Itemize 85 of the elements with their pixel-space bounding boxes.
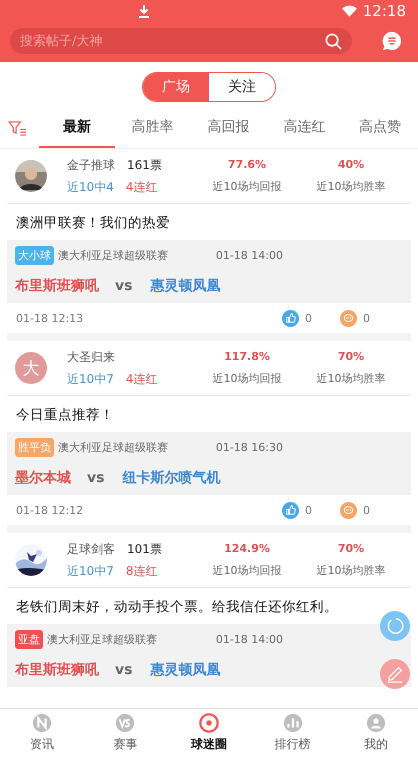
versus-label: vs bbox=[87, 470, 104, 486]
away-team: 惠灵顿凤凰 bbox=[150, 277, 220, 295]
league-name: 澳大利亚足球超级联赛 bbox=[58, 248, 168, 263]
versus-icon bbox=[115, 713, 136, 733]
hit-record: 近10中7 bbox=[67, 370, 114, 388]
win-rate-label: 近10场均胜率 bbox=[316, 563, 386, 578]
wifi-icon bbox=[342, 5, 357, 17]
comment-count: 0 bbox=[363, 504, 370, 516]
thumbs-up-icon[interactable] bbox=[282, 310, 299, 326]
hit-record: 近10中4 bbox=[67, 178, 114, 196]
win-streak: 8连红 bbox=[126, 562, 158, 580]
nav-tab[interactable]: 球迷圈 bbox=[167, 709, 251, 757]
win-rate: 40% bbox=[338, 158, 364, 171]
post-text: 澳洲甲联赛！我们的热爱 bbox=[15, 214, 171, 233]
message-icon[interactable] bbox=[382, 31, 402, 51]
comment-icon[interactable] bbox=[340, 502, 357, 518]
vote-count: 161票 bbox=[127, 156, 162, 174]
nav-tab[interactable]: 赛事 bbox=[84, 709, 168, 757]
match-time: 01-18 16:30 bbox=[216, 441, 283, 454]
win-streak: 4连红 bbox=[126, 370, 158, 388]
author-name: 大圣归来 bbox=[67, 348, 115, 366]
league-name: 澳大利亚足球超级联赛 bbox=[47, 632, 157, 647]
match-card[interactable]: 大小球 澳大利亚足球超级联赛 01-18 14:00 布里斯班狮吼 vs 惠灵顿凤凰 bbox=[7, 240, 411, 303]
nav-tab[interactable]: 资讯 bbox=[0, 709, 84, 757]
segment-tab[interactable]: 广场 bbox=[143, 73, 209, 101]
status-time: 12:18 bbox=[362, 2, 406, 20]
ranking-icon bbox=[282, 713, 303, 733]
comment-count: 0 bbox=[363, 312, 370, 324]
post-text: 今日重点推荐！ bbox=[15, 406, 115, 425]
return-label: 近10场均回报 bbox=[212, 371, 282, 386]
return-rate: 117.8% bbox=[224, 350, 270, 363]
nav-tab[interactable]: 我的 bbox=[334, 709, 418, 757]
return-rate: 124.9% bbox=[224, 542, 270, 555]
versus-label: vs bbox=[115, 278, 132, 294]
download-icon bbox=[138, 4, 150, 18]
return-label: 近10场均回报 bbox=[212, 563, 282, 578]
bet-type-tag: 胜平负 bbox=[15, 438, 54, 457]
post-time: 01-18 12:12 bbox=[16, 504, 84, 516]
match-card[interactable]: 胜平负 澳大利亚足球超级联赛 01-18 16:30 墨尔本城 vs 纽卡斯尔喷气机 bbox=[7, 432, 411, 495]
home-team: 布里斯班狮吼 bbox=[15, 661, 99, 679]
away-team: 惠灵顿凤凰 bbox=[150, 661, 220, 679]
bet-type-tag: 大小球 bbox=[15, 246, 54, 265]
nav-tab[interactable]: 排行榜 bbox=[250, 709, 334, 757]
filter-tab[interactable]: 最新 bbox=[39, 108, 115, 148]
football-icon bbox=[198, 713, 219, 733]
win-rate-label: 近10场均胜率 bbox=[316, 179, 386, 194]
avatar: 大 bbox=[15, 352, 47, 384]
refresh-button[interactable] bbox=[380, 611, 410, 641]
vote-count: 101票 bbox=[127, 540, 162, 558]
filter-icon[interactable] bbox=[8, 120, 27, 136]
search-field[interactable]: 搜索帖子/大神 bbox=[10, 28, 352, 54]
filter-tab[interactable]: 高胜率 bbox=[114, 108, 191, 148]
league-name: 澳大利亚足球超级联赛 bbox=[58, 440, 168, 455]
filter-tab[interactable]: 高点赞 bbox=[342, 108, 418, 148]
like-count: 0 bbox=[305, 504, 312, 516]
thumbs-up-icon[interactable] bbox=[282, 502, 299, 518]
return-label: 近10场均回报 bbox=[212, 179, 282, 194]
post-time: 01-18 12:13 bbox=[16, 312, 84, 324]
match-card[interactable]: 亚盘 澳大利亚足球超级联赛 01-18 14:00 布里斯班狮吼 vs 惠灵顿凤凰 bbox=[7, 624, 411, 687]
news-icon bbox=[32, 713, 52, 733]
like-count: 0 bbox=[305, 312, 312, 324]
filter-tab[interactable]: 高回报 bbox=[190, 108, 266, 148]
win-streak: 4连红 bbox=[126, 178, 158, 196]
win-rate: 70% bbox=[338, 542, 364, 555]
author-name: 金子推球 bbox=[67, 156, 115, 174]
profile-icon bbox=[366, 713, 386, 733]
win-rate-label: 近10场均胜率 bbox=[316, 371, 386, 386]
bet-type-tag: 亚盘 bbox=[15, 630, 43, 649]
author-name: 足球剑客 bbox=[67, 540, 115, 558]
versus-label: vs bbox=[115, 662, 132, 678]
filter-tab[interactable]: 高连红 bbox=[266, 108, 342, 148]
win-rate: 70% bbox=[338, 350, 364, 363]
home-team: 墨尔本城 bbox=[15, 469, 71, 487]
away-team: 纽卡斯尔喷气机 bbox=[122, 469, 220, 487]
post-text: 老铁们周末好，动动手投个票。给我信任还你红利。 bbox=[15, 598, 339, 617]
match-time: 01-18 14:00 bbox=[216, 633, 283, 646]
hit-record: 近10中7 bbox=[67, 562, 114, 580]
return-rate: 77.6% bbox=[228, 158, 266, 171]
match-time: 01-18 14:00 bbox=[216, 249, 283, 262]
home-team: 布里斯班狮吼 bbox=[15, 277, 99, 295]
avatar-drawing bbox=[15, 160, 47, 192]
search-icon bbox=[325, 33, 342, 50]
refresh-icon bbox=[386, 617, 404, 635]
comment-icon[interactable] bbox=[340, 310, 357, 326]
pencil-icon bbox=[386, 665, 404, 683]
